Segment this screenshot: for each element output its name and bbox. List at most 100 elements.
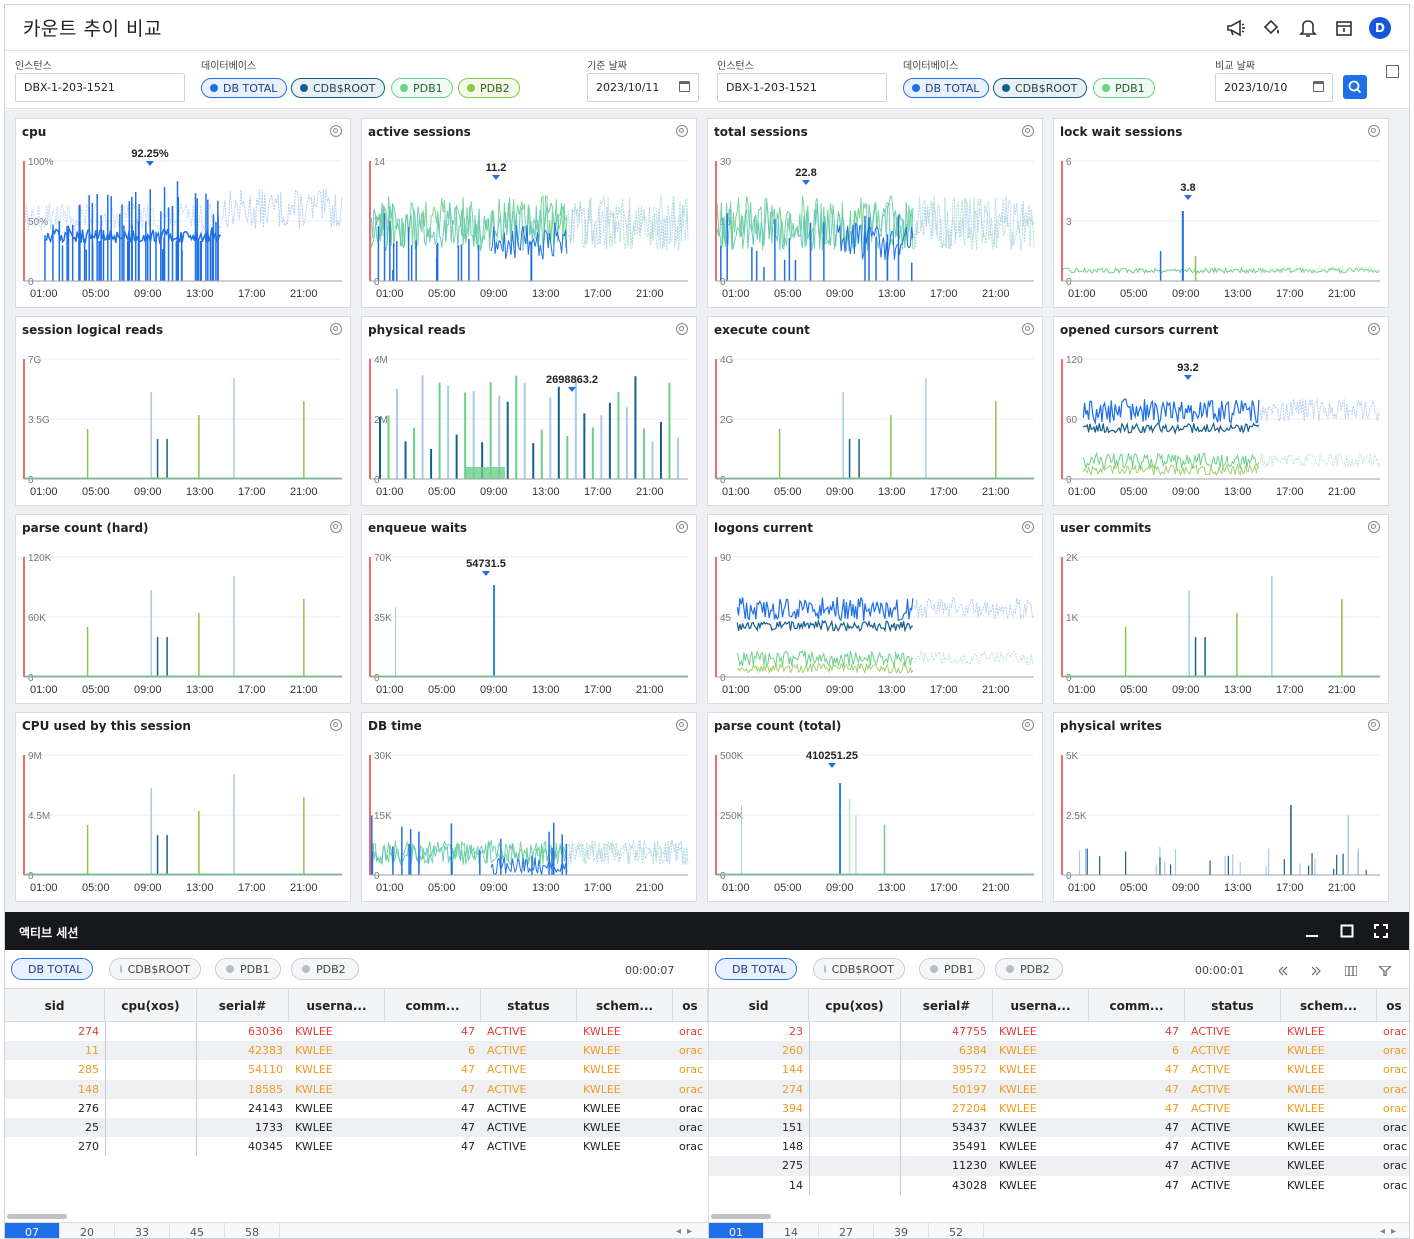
page-tab[interactable]: 45 xyxy=(170,1223,225,1238)
table-row[interactable]: 274 50197 KWLEE 47 ACTIVE KWLEE orac xyxy=(709,1079,1409,1099)
gear-icon[interactable] xyxy=(1368,323,1380,335)
calendar-icon[interactable] xyxy=(679,81,690,92)
chart-panel-execute-count[interactable]: execute count 4G 2G 0 01:00 05:00 09:00 13:00 17… xyxy=(707,316,1043,506)
chart-panel-physical-reads[interactable]: physical reads4M2M001:0005:0009:0013:001… xyxy=(361,316,697,506)
db-chip-pdb1[interactable]: PDB1 xyxy=(215,958,281,980)
compare-date-input[interactable]: 2023/10/10 xyxy=(1215,73,1333,102)
column-header[interactable]: cpu(xos) xyxy=(105,989,197,1023)
gear-icon[interactable] xyxy=(330,125,342,137)
compare-db-chip-pdb1[interactable]: PDB1 xyxy=(1093,78,1155,98)
paint-bucket-icon[interactable] xyxy=(1261,17,1283,39)
pager-arrows-icon[interactable]: ◂▸ xyxy=(676,1226,698,1237)
table-row[interactable]: 151 53437 KWLEE 47 ACTIVE KWLEE orac xyxy=(709,1117,1409,1138)
column-header[interactable]: userna... xyxy=(289,989,385,1023)
db-chip-pdb1[interactable]: PDB1 xyxy=(391,78,453,98)
column-header[interactable]: comm... xyxy=(1089,989,1185,1023)
compare-db-chip-cdb-root[interactable]: CDB$ROOT xyxy=(993,78,1088,98)
page-tab[interactable]: 33 xyxy=(115,1223,170,1238)
base-date-input[interactable]: 2023/10/11 xyxy=(587,73,699,102)
chart-panel-enqueue-waits[interactable]: enqueue waits 70K 35K 0 01:00 05:00 09:00 13:00… xyxy=(361,514,697,704)
chart-panel-active-sessions[interactable]: active sessions 14 7 0 01:00 05:00 09:00 13:00 1… xyxy=(361,118,697,308)
chart-panel-session-logical-reads[interactable]: session logical reads 7G 3.5G 0 01:00 05:00 09… xyxy=(15,316,351,506)
column-header[interactable]: schem... xyxy=(577,989,673,1023)
calendar-icon[interactable] xyxy=(1313,81,1324,92)
gear-icon[interactable] xyxy=(330,521,342,533)
table-row[interactable]: 260 6384 KWLEE 6 ACTIVE KWLEE orac xyxy=(709,1041,1409,1061)
next-page-icon[interactable] xyxy=(1312,966,1324,976)
gear-icon[interactable] xyxy=(1022,719,1034,731)
avatar[interactable]: D xyxy=(1369,16,1391,39)
table-row[interactable]: 276 24143 KWLEE 47 ACTIVE KWLEE orac xyxy=(5,1098,708,1118)
table-row[interactable]: 285 54110 KWLEE 47 ACTIVE KWLEE orac xyxy=(5,1060,708,1080)
page-tab[interactable]: 01 xyxy=(709,1223,764,1238)
chart-panel-logons-current[interactable]: logons current 90 45 0 01:00 05:00 09:00 13:00 1… xyxy=(707,514,1043,704)
gear-icon[interactable] xyxy=(1368,719,1380,731)
column-header[interactable]: comm... xyxy=(385,989,481,1023)
page-tab[interactable]: 27 xyxy=(819,1223,874,1238)
db-chip-pdb2[interactable]: PDB2 xyxy=(995,958,1063,980)
chart-panel-cpu[interactable]: cpu 100% 50% 0 01:00 05:00 09:00 13:00 17:00 21:0… xyxy=(15,118,351,308)
column-header[interactable]: status xyxy=(1185,989,1281,1023)
page-tab[interactable]: 07 xyxy=(5,1223,60,1238)
pager-arrows-icon[interactable]: ◂▸ xyxy=(1380,1226,1402,1237)
db-chip-pdb2[interactable]: PDB2 xyxy=(458,78,520,98)
table-row[interactable]: 23 47755 KWLEE 47 ACTIVE KWLEE orac xyxy=(709,1022,1409,1042)
db-chip-pdb2[interactable]: PDB2 xyxy=(291,958,359,980)
column-header[interactable]: userna... xyxy=(993,989,1089,1023)
minimize-icon[interactable] xyxy=(1305,924,1319,938)
megaphone-icon[interactable] xyxy=(1225,17,1247,39)
page-tab[interactable]: 52 xyxy=(929,1223,984,1238)
gear-icon[interactable] xyxy=(676,323,688,335)
gear-icon[interactable] xyxy=(1368,521,1380,533)
column-header[interactable]: sid xyxy=(5,989,105,1023)
bell-icon[interactable] xyxy=(1297,17,1319,39)
gear-icon[interactable] xyxy=(1022,521,1034,533)
column-header[interactable]: status xyxy=(481,989,577,1023)
gear-icon[interactable] xyxy=(676,521,688,533)
search-button[interactable] xyxy=(1343,75,1367,99)
column-header[interactable]: schem... xyxy=(1281,989,1377,1023)
chart-panel-opened-cursors-current[interactable]: opened cursors current 120 60 0 01:00 05:00 09… xyxy=(1053,316,1389,506)
table-row[interactable]: 270 40345 KWLEE 47 ACTIVE KWLEE orac xyxy=(5,1137,708,1157)
page-tab[interactable]: 20 xyxy=(60,1223,115,1238)
calendar-icon[interactable] xyxy=(1333,17,1355,39)
horizontal-scrollbar[interactable] xyxy=(711,1214,771,1219)
column-header[interactable]: os xyxy=(1377,989,1409,1023)
db-chip-cdb-root[interactable]: CDB$ROOT xyxy=(291,78,386,98)
table-row[interactable]: 144 39572 KWLEE 47 ACTIVE KWLEE orac xyxy=(709,1060,1409,1080)
table-row[interactable]: 274 63036 KWLEE 47 ACTIVE KWLEE orac xyxy=(5,1022,708,1042)
table-row[interactable]: 25 1733 KWLEE 47 ACTIVE KWLEE orac xyxy=(5,1117,708,1138)
db-chip-db-total[interactable]: DB TOTAL xyxy=(201,78,288,98)
chart-panel-parse-count-total[interactable]: parse count (total) 500K 250K 0 01:00 05:00 09… xyxy=(707,712,1043,902)
chart-panel-user-commits[interactable]: user commits 2K 1K 0 01:00 05:00 09:00 13:00 17:… xyxy=(1053,514,1389,704)
gear-icon[interactable] xyxy=(1022,323,1034,335)
gear-icon[interactable] xyxy=(1022,125,1034,137)
fullscreen-icon[interactable] xyxy=(1374,924,1388,938)
page-tab[interactable]: 39 xyxy=(874,1223,929,1238)
db-chip-db-total[interactable]: DB TOTAL xyxy=(715,958,797,980)
gear-icon[interactable] xyxy=(1368,125,1380,137)
compare-db-chip-db-total[interactable]: DB TOTAL xyxy=(903,78,990,98)
column-header[interactable]: cpu(xos) xyxy=(809,989,901,1023)
db-chip-db-total[interactable]: DB TOTAL xyxy=(11,958,93,980)
chart-panel-cpu-used-by-this-session[interactable]: CPU used by this session 9M 4.5M 0 01:00 05:0… xyxy=(15,712,351,902)
chart-panel-lock-wait-sessions[interactable]: lock wait sessions 6 3 0 01:00 05:00 09:00 13:0… xyxy=(1053,118,1389,308)
gear-icon[interactable] xyxy=(676,719,688,731)
gear-icon[interactable] xyxy=(330,719,342,731)
table-row[interactable]: 148 35491 KWLEE 47 ACTIVE KWLEE orac xyxy=(709,1137,1409,1157)
gear-icon[interactable] xyxy=(330,323,342,335)
maximize-icon[interactable] xyxy=(1340,924,1354,938)
db-chip-pdb1[interactable]: PDB1 xyxy=(919,958,985,980)
filter-icon[interactable] xyxy=(1379,966,1391,976)
chart-panel-parse-count-hard[interactable]: parse count (hard) 120K 60K 0 01:00 05:00 09:0… xyxy=(15,514,351,704)
prev-page-icon[interactable] xyxy=(1279,966,1291,976)
instance-select[interactable]: DBX-1-203-1521 xyxy=(15,73,185,102)
gear-icon[interactable] xyxy=(676,125,688,137)
table-row[interactable]: 148 18585 KWLEE 47 ACTIVE KWLEE orac xyxy=(5,1079,708,1099)
chart-panel-db-time[interactable]: DB time 30K 15K 0 01:00 05:00 09:00 13:00 17:00 2… xyxy=(361,712,697,902)
chart-panel-physical-writes[interactable]: physical writes 5K 2.5K 0 01:00 05:00 09:00 13:… xyxy=(1053,712,1389,902)
compare-instance-select[interactable]: DBX-1-203-1521 xyxy=(717,73,887,102)
chart-panel-total-sessions[interactable]: total sessions 30 15 0 01:00 05:00 09:00 13:00 1… xyxy=(707,118,1043,308)
table-row[interactable]: 14 43028 KWLEE 47 ACTIVE KWLEE orac xyxy=(709,1175,1409,1195)
column-header[interactable]: serial# xyxy=(197,989,289,1023)
